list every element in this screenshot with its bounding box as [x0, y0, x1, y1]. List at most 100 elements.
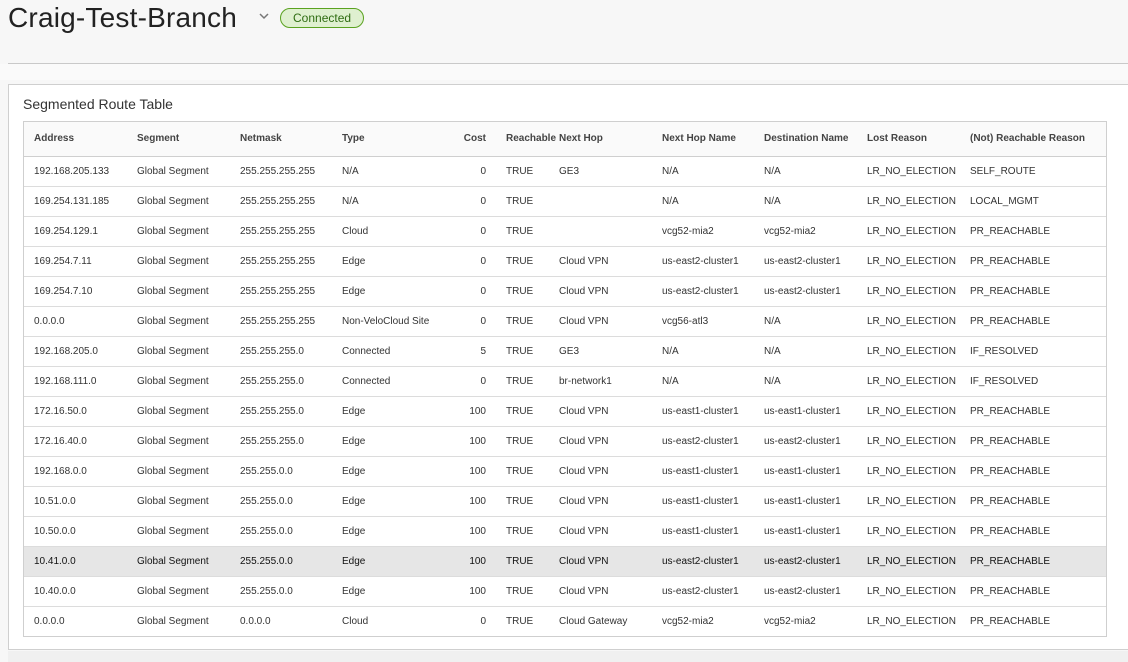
route-table-card: Segmented Route Table Address Segment Ne… [8, 84, 1128, 650]
cell-next-hop-name: N/A [662, 346, 679, 357]
cell-next-hop-name: N/A [662, 196, 679, 207]
cell-cost: 100 [469, 436, 486, 447]
header-strip [0, 64, 1128, 80]
column-header-reachable[interactable]: Reachable [506, 122, 558, 156]
cell-address: 10.50.0.0 [34, 526, 76, 537]
cell-netmask: 255.255.0.0 [240, 526, 293, 537]
table-row[interactable]: 0.0.0.0 Global Segment 0.0.0.0 Cloud 0 TRUE Cl… [24, 607, 1106, 636]
cell-type: Connected [342, 376, 391, 387]
cell-type: N/A [342, 166, 359, 177]
cell-netmask: 255.255.255.255 [240, 316, 316, 327]
cell-segment: Global Segment [137, 346, 209, 357]
cell-next-hop-name: us-east2-cluster1 [662, 286, 739, 297]
cell-address: 192.168.205.0 [34, 346, 98, 357]
table-row[interactable]: 10.41.0.0 Global Segment 255.255.0.0 Edge 10… [24, 547, 1106, 577]
column-header-next-hop[interactable]: Next Hop [559, 122, 659, 156]
column-header-segment[interactable]: Segment [137, 122, 237, 156]
table-row[interactable]: 169.254.129.1 Global Segment 255.255.255.2… [24, 217, 1106, 247]
column-header-destination-name[interactable]: Destination Name [764, 122, 864, 156]
cell-reachable: TRUE [506, 256, 534, 267]
table-row[interactable]: 169.254.7.11 Global Segment 255.255.255.25… [24, 247, 1106, 277]
table-row[interactable]: 192.168.0.0 Global Segment 255.255.0.0 Edge… [24, 457, 1106, 487]
cell-next-hop: Cloud VPN [559, 496, 609, 507]
cell-lost-reason: LR_NO_ELECTION [867, 586, 956, 597]
cell-segment: Global Segment [137, 556, 209, 567]
cell-next-hop: Cloud VPN [559, 556, 609, 567]
table-row[interactable]: 10.51.0.0 Global Segment 255.255.0.0 Edge 10… [24, 487, 1106, 517]
cell-netmask: 255.255.255.255 [240, 226, 316, 237]
cell-reachable: TRUE [506, 436, 534, 447]
chevron-down-icon[interactable] [257, 9, 271, 23]
table-header-row: Address Segment Netmask Type Cost Reacha… [24, 122, 1106, 157]
cell-destination-name: vcg52-mia2 [764, 616, 816, 627]
table-row[interactable]: 192.168.111.0 Global Segment 255.255.255.0… [24, 367, 1106, 397]
column-header-netmask[interactable]: Netmask [240, 122, 340, 156]
cell-segment: Global Segment [137, 316, 209, 327]
table-row[interactable]: 192.168.205.0 Global Segment 255.255.255.0… [24, 337, 1106, 367]
cell-lost-reason: LR_NO_ELECTION [867, 526, 956, 537]
card-title: Segmented Route Table [23, 96, 173, 112]
cell-segment: Global Segment [137, 256, 209, 267]
cell-next-hop-name: vcg52-mia2 [662, 226, 714, 237]
cell-segment: Global Segment [137, 436, 209, 447]
cell-destination-name: us-east2-cluster1 [764, 436, 841, 447]
cell-not-reachable-reason: IF_RESOLVED [970, 376, 1039, 387]
cell-lost-reason: LR_NO_ELECTION [867, 286, 956, 297]
cell-netmask: 255.255.0.0 [240, 496, 293, 507]
table-row[interactable]: 10.50.0.0 Global Segment 255.255.0.0 Edge 10… [24, 517, 1106, 547]
cell-destination-name: N/A [764, 196, 781, 207]
cell-segment: Global Segment [137, 496, 209, 507]
cell-reachable: TRUE [506, 346, 534, 357]
cell-address: 169.254.7.11 [34, 256, 92, 267]
cell-address: 10.51.0.0 [34, 496, 76, 507]
cell-cost: 0 [480, 166, 486, 177]
table-body: 192.168.205.133 Global Segment 255.255.255… [24, 157, 1106, 636]
cell-next-hop: Cloud VPN [559, 586, 609, 597]
cell-reachable: TRUE [506, 616, 534, 627]
table-row[interactable]: 192.168.205.133 Global Segment 255.255.255… [24, 157, 1106, 187]
cell-not-reachable-reason: PR_REACHABLE [970, 316, 1051, 327]
cell-lost-reason: LR_NO_ELECTION [867, 226, 956, 237]
cell-not-reachable-reason: PR_REACHABLE [970, 556, 1051, 567]
cell-reachable: TRUE [506, 226, 534, 237]
cell-netmask: 255.255.255.255 [240, 166, 316, 177]
cell-reachable: TRUE [506, 376, 534, 387]
column-header-not-reachable-reason[interactable]: (Not) Reachable Reason [970, 122, 1100, 156]
cell-lost-reason: LR_NO_ELECTION [867, 466, 956, 477]
cell-type: Edge [342, 526, 366, 537]
column-header-cost[interactable]: Cost [444, 122, 486, 156]
cell-type: Edge [342, 586, 366, 597]
table-row[interactable]: 169.254.131.185 Global Segment 255.255.255… [24, 187, 1106, 217]
cell-address: 172.16.50.0 [34, 406, 87, 417]
cell-address: 0.0.0.0 [34, 316, 65, 327]
cell-segment: Global Segment [137, 166, 209, 177]
cell-type: Cloud [342, 226, 369, 237]
cell-next-hop: Cloud VPN [559, 436, 609, 447]
column-header-next-hop-name[interactable]: Next Hop Name [662, 122, 762, 156]
cell-lost-reason: LR_NO_ELECTION [867, 406, 956, 417]
cell-lost-reason: LR_NO_ELECTION [867, 166, 956, 177]
cell-address: 0.0.0.0 [34, 616, 65, 627]
cell-next-hop: Cloud VPN [559, 526, 609, 537]
cell-destination-name: us-east2-cluster1 [764, 556, 841, 567]
table-row[interactable]: 169.254.7.10 Global Segment 255.255.255.25… [24, 277, 1106, 307]
cell-not-reachable-reason: IF_RESOLVED [970, 346, 1039, 357]
cell-destination-name: us-east1-cluster1 [764, 466, 841, 477]
table-row[interactable]: 0.0.0.0 Global Segment 255.255.255.255 Non-… [24, 307, 1106, 337]
cell-next-hop: Cloud VPN [559, 466, 609, 477]
cell-cost: 0 [480, 226, 486, 237]
cell-lost-reason: LR_NO_ELECTION [867, 346, 956, 357]
column-header-lost-reason[interactable]: Lost Reason [867, 122, 967, 156]
cell-type: Edge [342, 436, 366, 447]
column-header-type[interactable]: Type [342, 122, 452, 156]
cell-address: 169.254.131.185 [34, 196, 110, 207]
table-row[interactable]: 10.40.0.0 Global Segment 255.255.0.0 Edge 10… [24, 577, 1106, 607]
cell-netmask: 255.255.255.0 [240, 406, 304, 417]
table-row[interactable]: 172.16.50.0 Global Segment 255.255.255.0 Ed… [24, 397, 1106, 427]
cell-cost: 100 [469, 526, 486, 537]
cell-destination-name: us-east2-cluster1 [764, 286, 841, 297]
table-row[interactable]: 172.16.40.0 Global Segment 255.255.255.0 Ed… [24, 427, 1106, 457]
column-header-address[interactable]: Address [34, 122, 134, 156]
cell-type: N/A [342, 196, 359, 207]
cell-segment: Global Segment [137, 406, 209, 417]
